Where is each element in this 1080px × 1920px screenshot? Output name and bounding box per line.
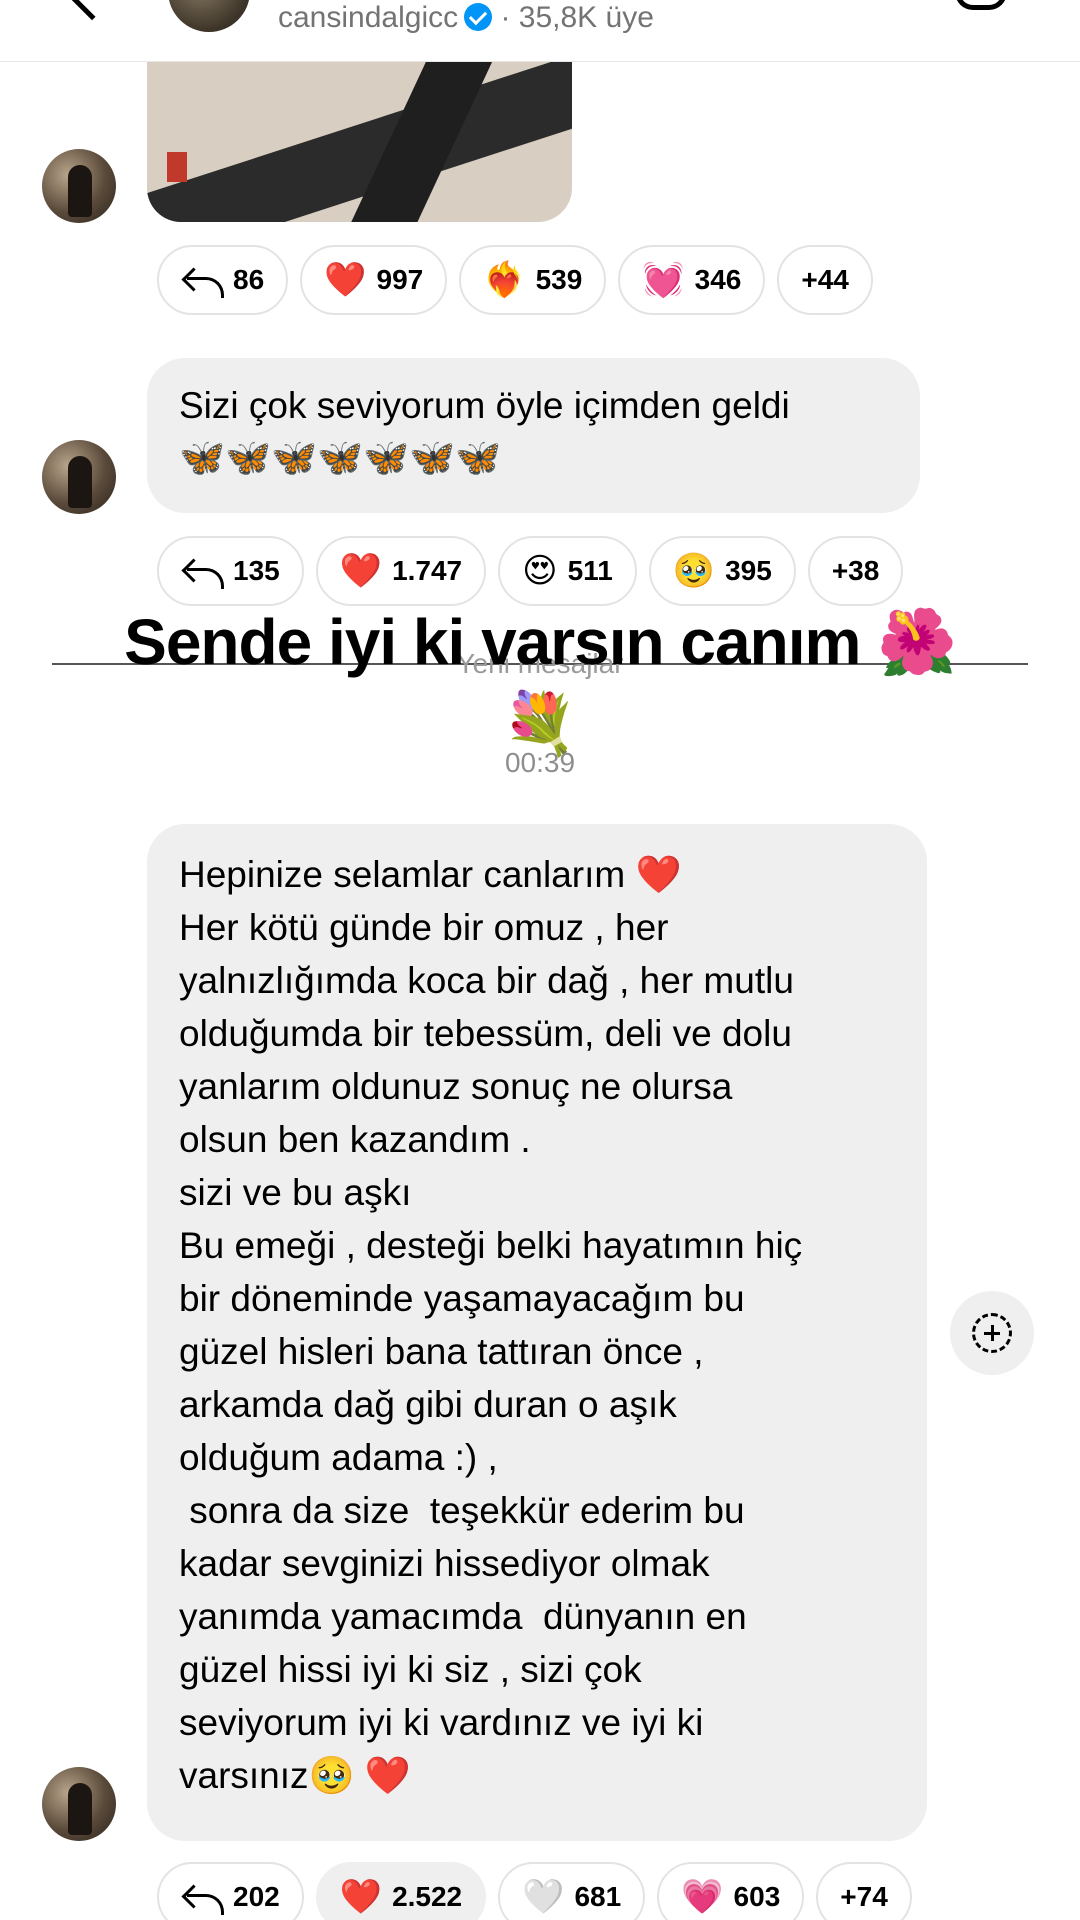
back-arrow-icon[interactable]: [63, 0, 121, 21]
channel-avatar[interactable]: [168, 0, 250, 32]
bell-icon[interactable]: [955, 0, 1007, 10]
message-line: sonra da size teşekkür ederim bu: [179, 1490, 745, 1531]
beating-heart-emoji-icon: 💓: [642, 261, 685, 299]
reply-count-button[interactable]: 202: [157, 1862, 304, 1920]
message-line: güzel hissi iyi ki siz , sizi çok: [179, 1649, 642, 1690]
sender-avatar[interactable]: [42, 440, 116, 514]
message-line: olduğum adama :) ,: [179, 1437, 498, 1478]
sender-avatar[interactable]: [42, 1767, 116, 1841]
reaction-growing-heart[interactable]: 💗 603: [657, 1862, 805, 1920]
reaction-heart[interactable]: ❤️ 1.747: [315, 536, 487, 606]
reaction-white-heart[interactable]: 🤍 681: [498, 1862, 646, 1920]
heart-emoji-icon: ❤️: [339, 1878, 383, 1916]
message-line: Sizi çok seviyorum öyle içimden geldi: [179, 385, 790, 426]
message-line: Hepinize selamlar canlarım ❤️: [179, 854, 682, 895]
sender-avatar[interactable]: [42, 149, 116, 223]
message-line: olduğumda bir tebessüm, deli ve dolu: [179, 1013, 792, 1054]
message-line: kadar sevginizi hissediyor olmak: [179, 1543, 710, 1584]
heart-emoji-icon: ❤️: [324, 261, 367, 299]
message-photo[interactable]: [147, 62, 572, 222]
reply-icon: [181, 1882, 225, 1915]
heart-eyes-emoji-icon: 😍: [522, 552, 558, 590]
message-line: arkamda dağ gibi duran o aşık: [179, 1384, 677, 1425]
add-emoji-icon: [972, 1313, 1012, 1353]
channel-name: cansindalgicc: [278, 1, 459, 34]
message-line: sizi ve bu aşkı: [179, 1172, 412, 1213]
verified-badge-icon: [464, 3, 493, 31]
reply-count-button[interactable]: 86: [157, 245, 289, 315]
pleading-face-emoji-icon: 🥹: [672, 552, 716, 590]
message-line: bir döneminde yaşamayacağım bu: [179, 1278, 745, 1319]
message-line: Her kötü günde bir omuz , her: [179, 907, 669, 948]
message-line: olsun ben kazandım .: [179, 1119, 531, 1160]
separator: ·: [500, 1, 511, 34]
more-reactions-button[interactable]: +74: [816, 1862, 912, 1920]
reaction-beating-heart[interactable]: 💓 346: [618, 245, 766, 315]
white-heart-emoji-icon: 🤍: [522, 1878, 565, 1916]
reaction-heart-eyes[interactable]: 😍 511: [498, 536, 637, 606]
message-line: yalnızlığımda koca bir dağ , her mutlu: [179, 960, 794, 1001]
reply-count-button[interactable]: 135: [157, 536, 304, 606]
heart-fire-emoji-icon: ❤️‍🔥: [483, 261, 526, 299]
message-line: güzel hisleri bana tattıran önce ,: [179, 1331, 704, 1372]
heart-emoji-icon: ❤️: [339, 552, 383, 590]
message-timestamp: 00:39: [504, 747, 576, 778]
reaction-row: 86 ❤️ 997 ❤️‍🔥 539 💓 346 +44: [157, 245, 873, 315]
message-line: varsınız🥹 ❤️: [179, 1755, 411, 1796]
growing-heart-emoji-icon: 💗: [681, 1878, 724, 1916]
channel-info[interactable]: cansindalgicc · 35,8K üye: [278, 1, 654, 35]
reaction-heart[interactable]: ❤️ 997: [300, 245, 448, 315]
message-line: 🦋🦋🦋🦋🦋🦋🦋: [179, 437, 502, 478]
add-reaction-button[interactable]: [950, 1291, 1034, 1375]
reply-icon: [181, 556, 225, 589]
message-line: seviyorum iyi ki vardınız ve iyi ki: [179, 1702, 704, 1743]
reply-icon: [181, 265, 225, 298]
reaction-row: 202 ❤️ 2.522 🤍 681 💗 603 +74: [157, 1862, 912, 1920]
reaction-heart[interactable]: ❤️ 2.522: [315, 1862, 487, 1920]
message-bubble[interactable]: Hepinize selamlar canlarım ❤️ Her kötü g…: [147, 824, 927, 1841]
message-bubble[interactable]: Sizi çok seviyorum öyle içimden geldi 🦋🦋…: [147, 358, 920, 513]
message-line: Bu emeği , desteği belki hayatımın hiç: [179, 1225, 803, 1266]
story-overlay-text: Sende iyi ki varsın canım 🌺: [124, 606, 957, 678]
channel-header: cansindalgicc · 35,8K üye: [0, 0, 1080, 62]
reaction-row: 135 ❤️ 1.747 😍 511 🥹 395 +38: [157, 536, 904, 606]
more-reactions-button[interactable]: +38: [807, 536, 904, 606]
reaction-heart-fire[interactable]: ❤️‍🔥 539: [459, 245, 607, 315]
reaction-pleading[interactable]: 🥹 395: [648, 536, 796, 606]
more-reactions-button[interactable]: +44: [777, 245, 873, 315]
member-count: 35,8K üye: [518, 1, 654, 34]
message-line: yanımda yamacımda dünyanın en: [179, 1596, 747, 1637]
message-line: yanlarım oldunuz sonuç ne olursa: [179, 1066, 733, 1107]
